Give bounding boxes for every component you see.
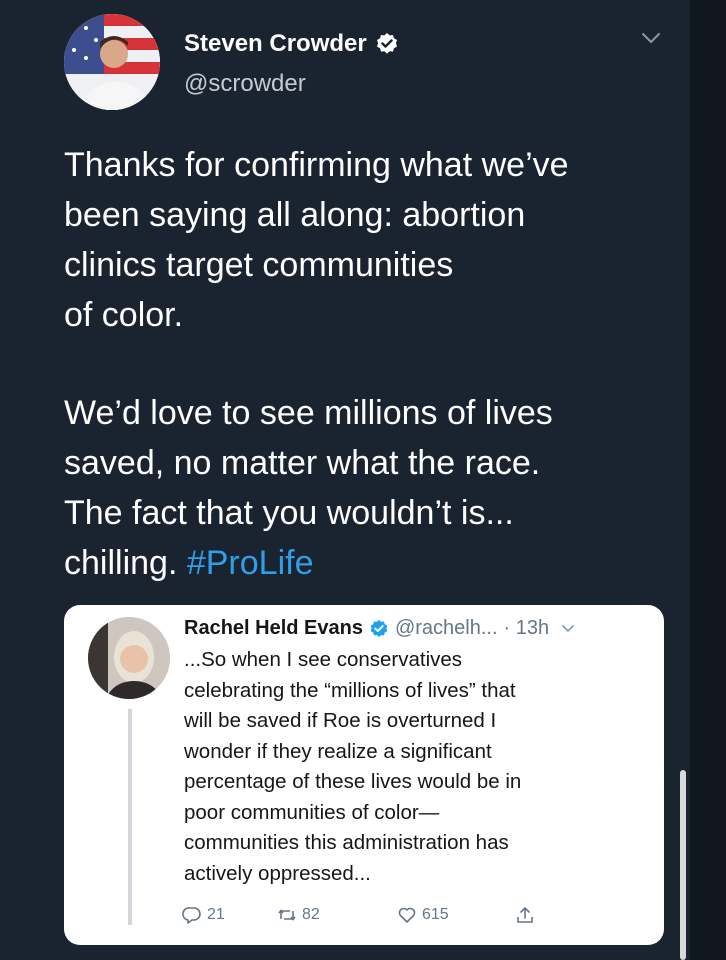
share-button[interactable]	[515, 905, 535, 925]
share-icon	[517, 907, 533, 923]
quoted-line: poor communities of color—	[184, 800, 440, 824]
author-handle[interactable]: @scrowder	[184, 70, 306, 98]
verified-icon	[370, 619, 388, 637]
quoted-line: will be saved if Roe is overturned I	[184, 709, 497, 732]
hashtag-link[interactable]: #ProLife	[187, 544, 314, 582]
tweet-line: chilling.	[64, 544, 178, 582]
verified-icon	[376, 33, 397, 54]
quoted-timestamp[interactable]: · 13h	[504, 617, 550, 640]
quoted-avatar-image	[88, 617, 170, 699]
author-name[interactable]: Steven Crowder	[184, 30, 367, 58]
scroll-track	[690, 0, 726, 960]
author-avatar-image	[64, 14, 160, 110]
tweet-line: The fact that you wouldn’t is...	[64, 494, 514, 532]
like-count: 615	[422, 906, 449, 923]
author-name-row: Steven Crowder	[184, 30, 399, 58]
quoted-text: ...So when I see conservatives celebrati…	[184, 645, 644, 889]
quoted-handle[interactable]: @rachelh...	[395, 617, 498, 640]
tweet-line: of color.	[64, 296, 184, 334]
chevron-down-icon[interactable]	[640, 30, 662, 46]
quoted-line: communities this administration has	[184, 831, 509, 854]
retweet-count: 82	[302, 906, 320, 923]
reply-count: 21	[207, 906, 225, 923]
quoted-line: actively oppressed...	[184, 861, 371, 885]
quoted-tweet-card[interactable]: Rachel Held Evans @rachelh... · 13h ...S…	[64, 605, 664, 945]
chevron-down-icon[interactable]	[561, 624, 575, 634]
tweet-line: clinics target communities	[64, 246, 454, 284]
thread-line	[128, 709, 132, 925]
quoted-line: celebrating the “millions of lives” that	[184, 678, 516, 702]
quoted-name[interactable]: Rachel Held Evans	[184, 617, 363, 640]
scrollbar-thumb[interactable]	[680, 770, 686, 960]
tweet-line: Thanks for confirming what we’ve	[64, 146, 569, 184]
quoted-header: Rachel Held Evans @rachelh... · 13h	[184, 617, 575, 640]
like-icon	[398, 907, 416, 923]
action-bar: 21 82 615	[182, 905, 535, 925]
quoted-line: percentage of these lives would be in	[184, 770, 522, 793]
reply-icon	[182, 907, 201, 924]
quoted-avatar[interactable]	[88, 617, 170, 699]
retweet-icon	[278, 909, 296, 921]
quoted-line: ...So when I see conservatives	[184, 648, 463, 671]
tweet-text: Thanks for confirming what we’ve been sa…	[64, 140, 674, 588]
author-avatar[interactable]	[64, 14, 160, 110]
tweet-last-line: chilling. #ProLife	[64, 538, 674, 588]
like-button[interactable]: 615	[397, 905, 515, 925]
quoted-line: wonder if they realize a significant	[184, 739, 492, 763]
tweet-line: saved, no matter what the race.	[64, 444, 541, 482]
tweet-line: been saying all along: abortion	[64, 196, 526, 234]
tweet-line: We’d love to see millions of lives	[64, 394, 553, 432]
retweet-button[interactable]: 82	[277, 905, 397, 925]
reply-button[interactable]: 21	[182, 905, 277, 925]
